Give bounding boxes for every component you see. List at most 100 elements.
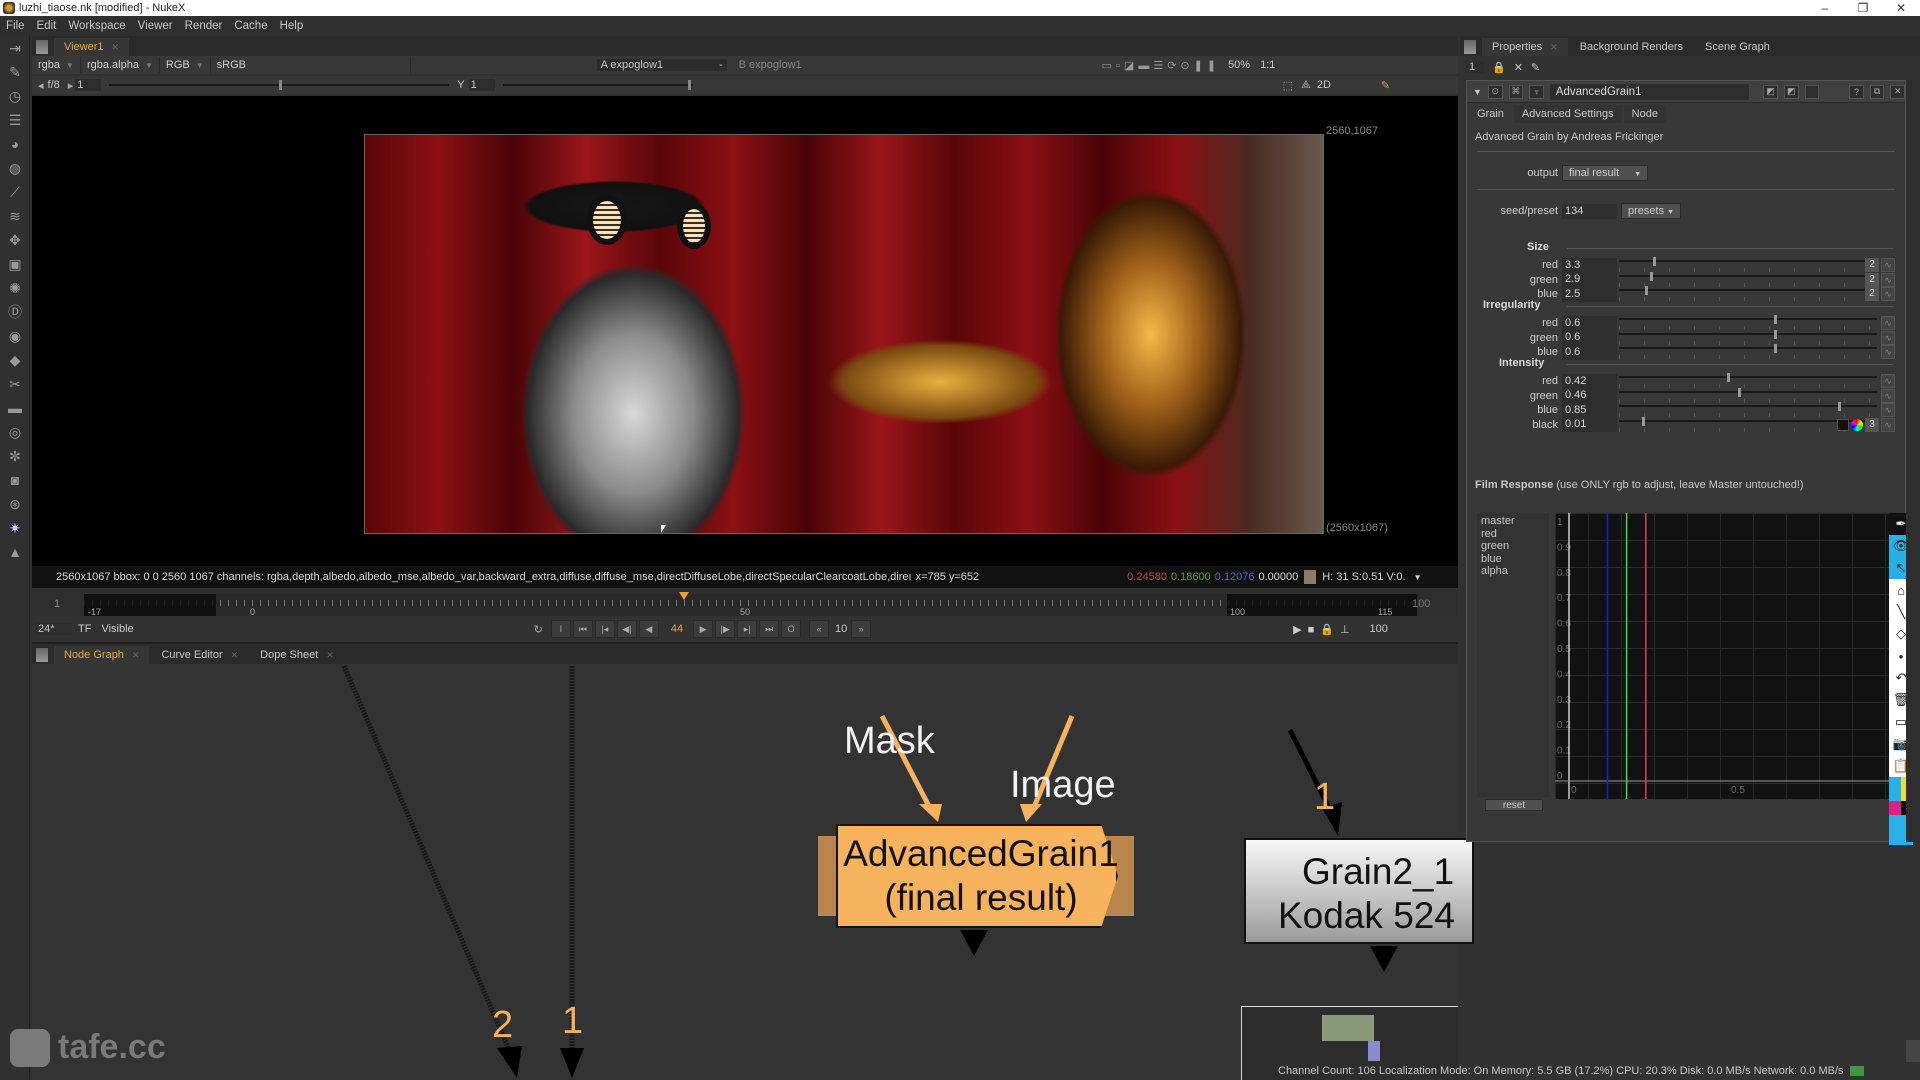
playback-option-icons[interactable]: ▶■🔒⊥ xyxy=(1293,623,1355,636)
animation-curve-icon[interactable]: ∿ xyxy=(1881,345,1895,359)
tab-curve-editor[interactable]: Curve Editor ✕ xyxy=(151,646,249,664)
range-dropdown[interactable]: Visible xyxy=(101,623,133,635)
time-icon[interactable]: ◷ xyxy=(0,84,30,108)
color-swatch-icon[interactable] xyxy=(1837,418,1849,431)
curve-item-alpha[interactable]: alpha xyxy=(1481,565,1545,578)
current-frame[interactable]: 44 xyxy=(671,623,683,635)
panel-menu-icon[interactable] xyxy=(1464,40,1476,54)
skip-forward-button[interactable]: » xyxy=(851,620,872,638)
curve-item-blue[interactable]: blue xyxy=(1481,553,1545,566)
node-advanced-grain[interactable]: AdvancedGrain1 (final result) xyxy=(818,824,1134,928)
in-point-button[interactable]: I xyxy=(550,620,571,638)
menu-cache[interactable]: Cache xyxy=(234,20,267,32)
undo-icon[interactable]: ◩ xyxy=(1763,84,1778,99)
node-grain2[interactable]: Grain2_1 Kodak 524 xyxy=(1244,838,1474,944)
gamma-slider-handle[interactable] xyxy=(687,80,691,90)
close-tab-icon[interactable]: ✕ xyxy=(231,650,239,661)
keyer-icon[interactable]: ⟋ xyxy=(0,180,30,204)
slider-handle[interactable] xyxy=(1773,329,1777,339)
split-channels-button[interactable]: 2 xyxy=(1865,258,1879,272)
color-wheel-icon[interactable] xyxy=(1851,418,1863,431)
first-frame-button[interactable]: ⏮ xyxy=(572,620,593,638)
tf-dropdown[interactable]: TF xyxy=(78,623,91,635)
gizmo-icon[interactable]: ⊛ xyxy=(0,492,30,516)
max-panels-field[interactable]: 1 xyxy=(1466,61,1484,73)
next-key-button[interactable]: ▸| xyxy=(737,620,758,638)
menu-viewer[interactable]: Viewer xyxy=(138,20,173,32)
curve-editor[interactable]: 1 0.9 0.8 0.7 0.6 0.5 0.4 0.3 0.2 0.1 0 0 0.5 xyxy=(1555,513,1890,799)
menu-edit[interactable]: Edit xyxy=(37,20,57,32)
step-forward-button[interactable]: |▶ xyxy=(715,620,736,638)
deep-icon[interactable]: Ⓓ xyxy=(0,300,30,324)
channels-dropdown[interactable]: rgba ▼ xyxy=(32,57,81,73)
curve-item-green[interactable]: green xyxy=(1481,540,1545,553)
end-frame-field[interactable]: 100 xyxy=(1370,623,1388,635)
minimap-viewport[interactable] xyxy=(1322,1015,1374,1041)
slider-value-field[interactable]: 0.46 xyxy=(1562,388,1617,403)
frame-ruler[interactable] xyxy=(84,594,1418,616)
slider-handle[interactable] xyxy=(1737,387,1741,397)
slider-handle[interactable] xyxy=(1773,315,1777,324)
colorspace-dropdown[interactable]: sRGB (ACES)▼ xyxy=(211,57,412,87)
redo-icon[interactable]: ◩ xyxy=(1783,84,1799,99)
close-tab-icon[interactable]: ✕ xyxy=(326,650,334,661)
animation-curve-icon[interactable]: ∿ xyxy=(1881,272,1895,287)
timeline[interactable]: 1 -17 0 50 100 115 100 xyxy=(32,590,1458,617)
slider-value-field[interactable]: 0.6 xyxy=(1562,315,1617,331)
split-channels-button[interactable]: 2 xyxy=(1865,272,1879,287)
close-button[interactable]: ✕ xyxy=(1882,0,1920,16)
tab-viewer1[interactable]: Viewer1 ✕ xyxy=(54,38,130,56)
split-channels-button[interactable]: 3 xyxy=(1865,417,1879,432)
slider-value-field[interactable]: 2.5 xyxy=(1562,286,1617,302)
slider-track[interactable] xyxy=(1619,402,1877,417)
animation-curve-icon[interactable]: ∿ xyxy=(1881,258,1895,272)
node-name-field[interactable]: AdvancedGrain1 xyxy=(1549,83,1750,100)
slider-value-field[interactable]: 0.42 xyxy=(1562,373,1617,389)
fstop-value[interactable]: f/8 xyxy=(48,79,60,91)
gain-slider[interactable] xyxy=(109,80,450,90)
gain-slider-handle[interactable] xyxy=(279,80,283,90)
animation-curve-icon[interactable]: ∿ xyxy=(1881,388,1895,403)
prev-key-button[interactable]: |◂ xyxy=(594,620,615,638)
split-channels-button[interactable]: 2 xyxy=(1865,287,1879,301)
plugin-icon[interactable]: ✷ xyxy=(0,516,30,540)
properties-scrollbar[interactable] xyxy=(1906,80,1920,842)
alpha-dropdown[interactable]: rgba.alpha ▼ xyxy=(81,57,160,73)
fstop-decrement-icon[interactable]: ◂ xyxy=(38,79,44,92)
animation-curve-icon[interactable]: ∿ xyxy=(1881,417,1895,432)
views-icon[interactable]: ◉ xyxy=(0,324,30,348)
close-tab-icon[interactable]: ✕ xyxy=(112,42,120,53)
input-b-dropdown[interactable]: B expoglow1 xyxy=(739,59,802,71)
close-panel-icon[interactable]: ✕ xyxy=(1890,84,1906,99)
slider-value-field[interactable]: 0.85 xyxy=(1562,402,1617,418)
minimize-button[interactable]: – xyxy=(1806,0,1844,16)
slider-value-field[interactable]: 0.01 xyxy=(1562,417,1617,432)
viewer-tool-icons[interactable]: ▭▫◪▬☰⟳⊙❚❚ xyxy=(1102,59,1220,72)
tab-grain[interactable]: Grain xyxy=(1469,105,1512,123)
gain-field[interactable]: 1 xyxy=(75,79,102,91)
tab-dope-sheet[interactable]: Dope Sheet ✕ xyxy=(250,646,344,664)
slider-track[interactable] xyxy=(1619,329,1877,345)
tab-advanced-settings[interactable]: Advanced Settings xyxy=(1513,105,1622,123)
close-tab-icon[interactable]: ✕ xyxy=(1550,42,1558,53)
float-icon[interactable]: ⧉ xyxy=(1869,84,1885,99)
slider-value-field[interactable]: 2.9 xyxy=(1562,272,1617,287)
tab-properties[interactable]: Properties ✕ xyxy=(1482,38,1568,56)
slider-handle[interactable] xyxy=(1773,344,1777,353)
loop-icon[interactable]: ↻ xyxy=(534,623,543,636)
slider-handle[interactable] xyxy=(1652,257,1656,266)
viewer-image[interactable] xyxy=(364,134,1324,534)
step-back-button[interactable]: ◀| xyxy=(616,620,637,638)
close-tab-icon[interactable]: ✕ xyxy=(132,650,140,661)
cara-icon[interactable]: ▲ xyxy=(0,540,30,564)
transform-icon[interactable]: ✥ xyxy=(0,228,30,252)
slider-track[interactable] xyxy=(1619,344,1877,359)
curve-item-red[interactable]: red xyxy=(1481,528,1545,541)
node-color-icon[interactable]: ⌘ xyxy=(1508,84,1524,99)
play-forward-button[interactable]: ▶ xyxy=(693,620,714,638)
collapse-icon[interactable]: ▼ xyxy=(1473,87,1482,97)
pipe-2[interactable] xyxy=(341,665,513,1053)
skip-increment[interactable]: 10 xyxy=(831,623,851,635)
edit-icon[interactable]: ✎ xyxy=(1531,61,1540,74)
gamma-field[interactable]: 1 xyxy=(468,79,495,91)
